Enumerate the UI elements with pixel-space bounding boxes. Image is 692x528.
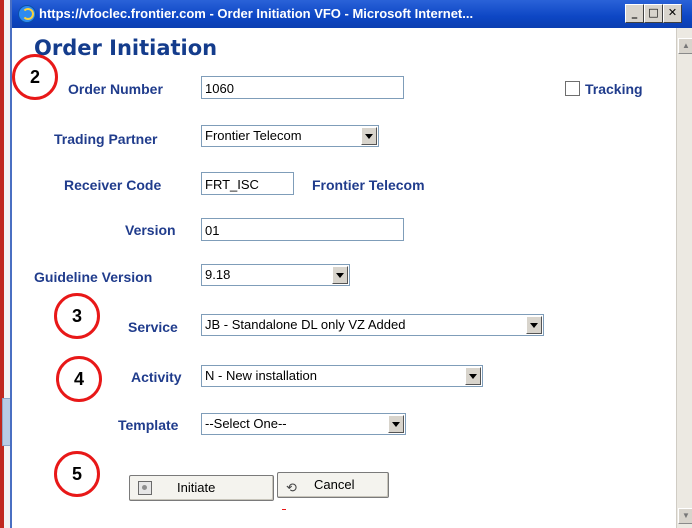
browser-popup-window: https://vfoclec.frontier.com - Order Ini…	[10, 0, 692, 528]
red-mark	[282, 509, 286, 510]
activity-value: N - New installation	[205, 368, 317, 383]
guideline-version-select[interactable]: 9.18	[201, 264, 350, 286]
scroll-up-arrow-icon[interactable]: ▲	[678, 38, 692, 54]
initiate-icon	[138, 481, 152, 495]
guideline-version-value: 9.18	[205, 267, 231, 282]
cancel-icon: ⟲	[286, 480, 297, 495]
service-value: JB - Standalone DL only VZ Added	[205, 317, 406, 332]
dropdown-arrow-icon[interactable]	[388, 415, 404, 433]
page-title: Order Initiation	[34, 36, 218, 60]
template-select[interactable]: --Select One--	[201, 413, 406, 435]
receiver-name-text: Frontier Telecom	[312, 177, 425, 193]
background-accent-bar	[0, 0, 4, 528]
callout-2: 2	[12, 54, 58, 100]
initiate-button-label: Initiate	[177, 480, 216, 495]
dropdown-arrow-icon[interactable]	[361, 127, 377, 145]
template-label: Template	[118, 417, 179, 433]
trading-partner-value: Frontier Telecom	[205, 128, 302, 143]
activity-label: Activity	[131, 369, 182, 385]
receiver-code-input[interactable]: FRT_ISC	[201, 172, 294, 195]
tracking-label: Tracking	[585, 81, 643, 97]
initiate-button[interactable]: Initiate	[129, 475, 274, 501]
service-select[interactable]: JB - Standalone DL only VZ Added	[201, 314, 544, 336]
service-label: Service	[128, 319, 178, 335]
cancel-button-label: Cancel	[314, 477, 355, 492]
cancel-button[interactable]: ⟲ Cancel	[277, 472, 389, 498]
receiver-code-label: Receiver Code	[64, 177, 162, 193]
tracking-checkbox[interactable]	[565, 81, 580, 96]
order-number-label: Order Number	[68, 81, 163, 97]
version-input[interactable]: 01	[201, 218, 404, 241]
order-number-input[interactable]: 1060	[201, 76, 404, 99]
scroll-down-arrow-icon[interactable]: ▼	[678, 508, 692, 524]
template-value: --Select One--	[205, 416, 287, 431]
minimize-button[interactable]: _	[625, 4, 644, 23]
close-button[interactable]: ✕	[663, 4, 682, 23]
vertical-scrollbar[interactable]: ▲ ▼	[676, 28, 692, 528]
version-label: Version	[125, 222, 176, 238]
dropdown-arrow-icon[interactable]	[526, 316, 542, 334]
callout-4: 4	[56, 356, 102, 402]
maximize-button[interactable]: □	[644, 4, 663, 23]
dropdown-arrow-icon[interactable]	[465, 367, 481, 385]
dropdown-arrow-icon[interactable]	[332, 266, 348, 284]
guideline-version-label: Guideline Version	[34, 269, 153, 285]
internet-explorer-icon	[18, 5, 36, 23]
title-bar[interactable]: https://vfoclec.frontier.com - Order Ini…	[12, 0, 692, 28]
callout-5: 5	[54, 451, 100, 497]
activity-select[interactable]: N - New installation	[201, 365, 483, 387]
callout-3: 3	[54, 293, 100, 339]
window-title: https://vfoclec.frontier.com - Order Ini…	[39, 6, 474, 21]
trading-partner-label: Trading Partner	[54, 131, 158, 147]
trading-partner-select[interactable]: Frontier Telecom	[201, 125, 379, 147]
